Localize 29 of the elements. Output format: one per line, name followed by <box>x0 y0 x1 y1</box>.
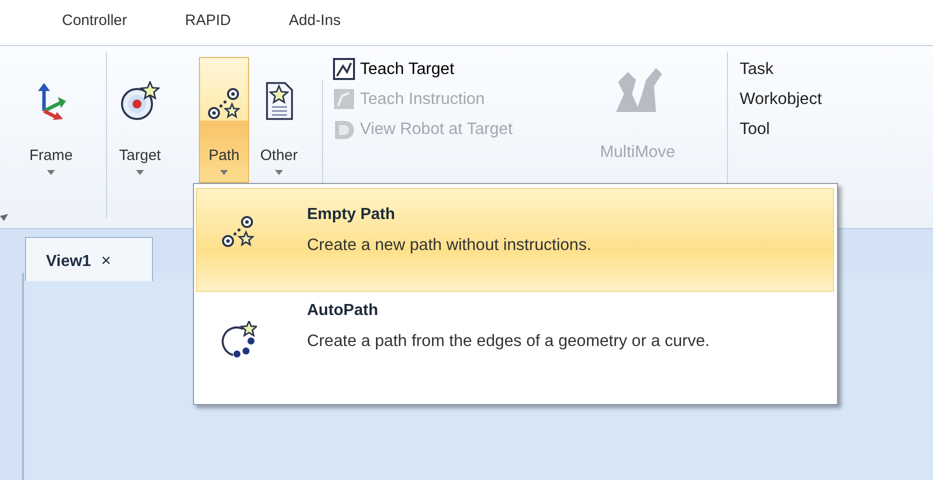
setting-label[interactable]: Task <box>740 54 822 84</box>
ribbon-button[interactable]: Target <box>115 57 165 183</box>
picture-frame-icon <box>333 58 355 80</box>
menu-tab[interactable]: Add-Ins <box>288 0 341 45</box>
document-tab[interactable]: View1 × <box>25 237 153 281</box>
ribbon-button[interactable]: Frame <box>26 57 76 183</box>
robot-arm-icon <box>333 88 355 110</box>
setting-label[interactable]: Tool <box>740 114 822 144</box>
ribbon-button[interactable]: Teach Target <box>333 54 513 84</box>
menu-tab[interactable]: Controller <box>62 0 128 45</box>
menu-item-title: AutoPath <box>307 301 380 321</box>
caret-icon <box>136 170 144 175</box>
close-button[interactable]: × <box>101 251 112 270</box>
menu-item[interactable]: Empty Path Create a new path without instructions. <box>196 188 834 292</box>
caret-icon <box>47 170 55 175</box>
caret-icon <box>275 170 283 175</box>
menu-item-description: Create a path from the edges of a geometry or a curve. <box>307 331 711 352</box>
ribbon-button[interactable]: Other <box>254 57 304 183</box>
target-icon <box>120 81 160 122</box>
menu-item-title: Empty Path <box>307 205 396 225</box>
menu-tab[interactable]: RAPID <box>185 0 231 45</box>
ribbon-button[interactable]: Path <box>199 57 249 183</box>
path-icon <box>221 215 255 249</box>
menu-item-description: Create a new path without instructions. <box>307 235 592 256</box>
path-icon <box>207 87 241 122</box>
caret-icon <box>0 214 10 222</box>
caret-icon <box>220 170 228 175</box>
setting-label[interactable]: Workobject <box>740 84 822 114</box>
robot-view-icon <box>333 118 355 140</box>
